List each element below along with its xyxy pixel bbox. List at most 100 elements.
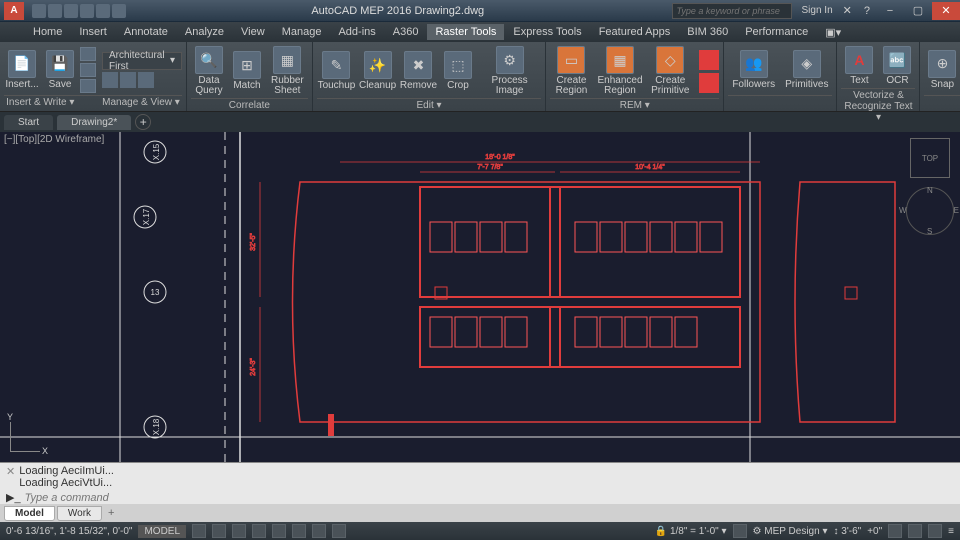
help-search-input[interactable]	[672, 3, 792, 19]
elevation-readout[interactable]: ↕ 3'-6"	[834, 526, 862, 537]
ribbon-group-followers: 👥Followers ◈Primitives	[724, 42, 837, 111]
remove-button[interactable]: ✖Remove	[399, 49, 438, 93]
osnap-toggle-icon[interactable]	[272, 524, 286, 538]
enhanced-region-button[interactable]: ▦Enhanced Region	[595, 44, 646, 98]
small-icon[interactable]	[80, 63, 96, 77]
file-tabs: Start Drawing2* +	[0, 112, 960, 132]
minimize-button[interactable]: −	[876, 2, 904, 20]
annoscale-icon[interactable]	[733, 524, 747, 538]
crop-button[interactable]: ⬚Crop	[440, 49, 476, 93]
ortho-toggle-icon[interactable]	[232, 524, 246, 538]
cmdline-close-icon[interactable]: ✕	[6, 465, 15, 478]
qat-save-icon[interactable]	[64, 4, 78, 18]
layout-add-button[interactable]: +	[108, 507, 114, 519]
tab-manage[interactable]: Manage	[274, 24, 330, 40]
qat-print-icon[interactable]	[112, 4, 126, 18]
drawing-canvas[interactable]: [−][Top][2D Wireframe] X.15 X.17 13 X.18…	[0, 132, 960, 462]
snap-toggle-icon[interactable]	[212, 524, 226, 538]
svg-text:10'-4 1/4": 10'-4 1/4"	[635, 164, 665, 171]
create-region-button[interactable]: ▭Create Region	[550, 44, 593, 98]
qat-new-icon[interactable]	[32, 4, 46, 18]
annotation-scale[interactable]: 🔒 1/8" = 1'-0" ▾	[655, 526, 727, 537]
raster-preset-dropdown[interactable]: Architectural First ▾	[102, 52, 182, 70]
exchange-icon[interactable]: ✕	[843, 4, 852, 17]
save-button[interactable]: 💾Save	[42, 48, 78, 92]
statusbar: 0'-6 13/16", 1'-8 15/32", 0'-0" MODEL 🔒 …	[0, 522, 960, 540]
tab-addins[interactable]: Add-ins	[330, 24, 383, 40]
touchup-button[interactable]: ✎Touchup	[317, 49, 356, 93]
qat-open-icon[interactable]	[48, 4, 62, 18]
small-icon[interactable]	[80, 79, 96, 93]
view-icon[interactable]	[120, 72, 136, 88]
svg-text:X.15: X.15	[152, 143, 161, 160]
lineweight-toggle-icon[interactable]	[312, 524, 326, 538]
tab-featured-apps[interactable]: Featured Apps	[591, 24, 679, 40]
layout-tab-work[interactable]: Work	[57, 506, 102, 521]
match-button[interactable]: ⊞Match	[229, 49, 265, 93]
app-logo[interactable]: A	[4, 2, 24, 20]
cmd-history-line: Loading AeciImUi...	[6, 465, 954, 477]
tab-view[interactable]: View	[233, 24, 273, 40]
isolate-icon[interactable]	[888, 524, 902, 538]
cmd-history-line: Loading AeciVtUi...	[6, 477, 954, 489]
primitives-button[interactable]: ◈Primitives	[781, 48, 832, 92]
tab-insert[interactable]: Insert	[71, 24, 115, 40]
tab-express-tools[interactable]: Express Tools	[505, 24, 589, 40]
qat-redo-icon[interactable]	[96, 4, 110, 18]
group-label: Vectorize & Recognize Text	[844, 90, 912, 112]
ribbon-group-edit: ✎Touchup ✨Cleanup ✖Remove ⬚Crop ⚙Process…	[313, 42, 546, 111]
group-label: Correlate	[191, 98, 308, 112]
create-primitive-button[interactable]: ◇Create Primitive	[647, 44, 693, 98]
grid-toggle-icon[interactable]	[192, 524, 206, 538]
svg-text:X.18: X.18	[152, 418, 161, 435]
rubber-sheet-button[interactable]: ▦Rubber Sheet	[267, 44, 308, 98]
tab-analyze[interactable]: Analyze	[177, 24, 232, 40]
view-icon[interactable]	[102, 72, 118, 88]
data-query-button[interactable]: 🔍Data Query	[191, 44, 227, 98]
tab-a360[interactable]: A360	[385, 24, 427, 40]
svg-text:X.17: X.17	[142, 208, 151, 225]
color-red-swatch[interactable]	[699, 73, 719, 93]
hardware-accel-icon[interactable]	[908, 524, 922, 538]
cmd-prompt-icon: ▶_	[6, 491, 21, 504]
new-tab-button[interactable]: +	[135, 114, 151, 130]
command-input[interactable]	[25, 492, 954, 504]
tab-annotate[interactable]: Annotate	[116, 24, 176, 40]
cleanup-button[interactable]: ✨Cleanup	[358, 49, 397, 93]
view-icon[interactable]	[138, 72, 154, 88]
close-button[interactable]: ✕	[932, 2, 960, 20]
ribbon-group-insert-write: 📄Insert... 💾Save Architectural First ▾ I…	[0, 42, 187, 111]
polar-toggle-icon[interactable]	[252, 524, 266, 538]
ocr-button[interactable]: 🔤OCR	[879, 44, 915, 88]
transparency-toggle-icon[interactable]	[332, 524, 346, 538]
qat-undo-icon[interactable]	[80, 4, 94, 18]
compass[interactable]: N S E W	[906, 187, 954, 235]
small-icon[interactable]	[80, 47, 96, 61]
offset-readout[interactable]: +0"	[867, 526, 882, 537]
tab-performance[interactable]: Performance	[737, 24, 816, 40]
followers-button[interactable]: 👥Followers	[728, 48, 779, 92]
help-icon[interactable]: ?	[864, 5, 870, 17]
tab-expand-icon[interactable]: ▣▾	[817, 24, 849, 41]
customize-status-icon[interactable]: ≡	[948, 526, 954, 537]
tab-bim360[interactable]: BIM 360	[679, 24, 736, 40]
process-image-button[interactable]: ⚙Process Image	[478, 44, 541, 98]
maximize-button[interactable]: ▢	[904, 2, 932, 20]
space-toggle[interactable]: MODEL	[138, 525, 186, 538]
color-red-swatch[interactable]	[699, 50, 719, 70]
text-button[interactable]: AText	[841, 44, 877, 88]
snap-button[interactable]: ⊕Snap	[924, 48, 960, 92]
tab-raster-tools[interactable]: Raster Tools	[427, 24, 504, 40]
group-label	[924, 95, 960, 109]
signin-link[interactable]: Sign In	[802, 5, 833, 16]
file-tab-drawing[interactable]: Drawing2*	[57, 115, 131, 130]
file-tab-start[interactable]: Start	[4, 115, 53, 130]
viewcube[interactable]: TOP	[910, 138, 950, 178]
ribbon-tabs: Home Insert Annotate Analyze View Manage…	[0, 22, 960, 42]
layout-tab-model[interactable]: Model	[4, 506, 55, 521]
otrack-toggle-icon[interactable]	[292, 524, 306, 538]
workspace-switcher[interactable]: ⚙ MEP Design ▾	[753, 526, 828, 537]
insert-button[interactable]: 📄Insert...	[4, 48, 40, 92]
tab-home[interactable]: Home	[25, 24, 70, 40]
clean-screen-icon[interactable]	[928, 524, 942, 538]
